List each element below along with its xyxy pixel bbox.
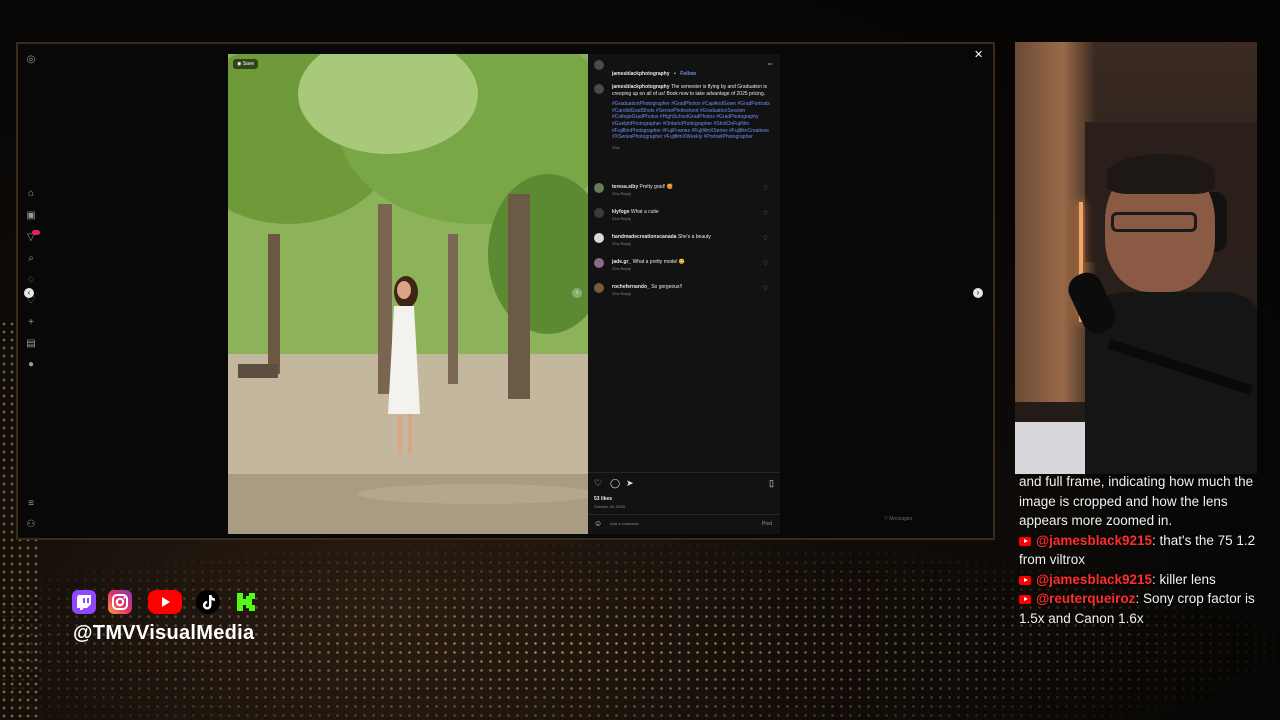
comment-avatar[interactable] bbox=[594, 233, 604, 243]
chat-message: @reuterqueiroz: Sony crop factor is 1.5x… bbox=[1019, 589, 1269, 628]
comment-like-icon[interactable]: ♡ bbox=[763, 260, 768, 267]
youtube-icon bbox=[1019, 575, 1031, 585]
share-icon[interactable]: ➤ bbox=[626, 478, 634, 489]
reply-button[interactable]: Reply bbox=[620, 241, 630, 246]
comment-age: 22w bbox=[612, 290, 620, 296]
comment-divider bbox=[588, 514, 780, 515]
chat-message: @jamesblack9215: killer lens bbox=[1019, 570, 1269, 590]
caption-author-avatar[interactable] bbox=[594, 84, 604, 94]
chat-message: and full frame, indicating how much the … bbox=[1019, 472, 1269, 531]
chat-text: : killer lens bbox=[1152, 571, 1216, 587]
comment-avatar[interactable] bbox=[594, 258, 604, 268]
post-header: jamesblackphotography • Follow bbox=[612, 62, 696, 80]
comment-age: 22w bbox=[612, 190, 620, 196]
save-chip[interactable]: ◉ Save bbox=[233, 59, 259, 69]
comment-age: 21w bbox=[612, 215, 620, 221]
channel-handle: @TMVVisualMedia bbox=[73, 622, 255, 644]
comment-like-icon[interactable]: ♡ bbox=[763, 210, 768, 217]
comment-avatar[interactable] bbox=[594, 208, 604, 218]
caption-author[interactable]: jamesblackphotography bbox=[612, 84, 670, 90]
messages-tab[interactable]: ▽ Messages bbox=[884, 516, 912, 522]
comment-text: What a pretty model 😊 bbox=[632, 259, 685, 265]
post-date: October 28, 2025 bbox=[594, 504, 625, 509]
webcam-feed bbox=[1015, 42, 1257, 474]
author-username[interactable]: jamesblackphotography bbox=[612, 71, 670, 77]
caption-hashtags[interactable]: #GraduationPhotographer #GradPhotos #Cap… bbox=[612, 101, 772, 141]
post-side-panel: jamesblackphotography • Follow ••• james… bbox=[588, 54, 780, 534]
actions-divider bbox=[588, 472, 780, 473]
comment-username[interactable]: teresa.siby bbox=[612, 184, 638, 190]
bookmark-icon[interactable]: ▯ bbox=[769, 478, 774, 489]
chat-message: @jamesblack9215: that's the 75 1.2 from … bbox=[1019, 531, 1269, 570]
comment-username[interactable]: klyfoge bbox=[612, 209, 630, 215]
emoji-icon[interactable]: ☺ bbox=[594, 519, 602, 528]
search-icon[interactable]: ⌕ bbox=[25, 253, 37, 265]
comment-avatar[interactable] bbox=[594, 283, 604, 293]
profile-icon[interactable]: ● bbox=[25, 359, 37, 371]
youtube-icon bbox=[1019, 536, 1031, 546]
comment-text: So gorgeous!! bbox=[651, 284, 683, 290]
next-photo-icon[interactable]: › bbox=[572, 288, 582, 298]
comment-like-icon[interactable]: ♡ bbox=[763, 285, 768, 292]
comment-username[interactable]: jade.gr_ bbox=[612, 259, 631, 265]
close-icon[interactable]: ✕ bbox=[974, 48, 983, 61]
comment-username[interactable]: rochefernando_ bbox=[612, 284, 650, 290]
previous-post-arrow-icon[interactable]: ‹ bbox=[24, 288, 34, 298]
comment-age: 22w bbox=[612, 265, 620, 271]
comment-like-icon[interactable]: ♡ bbox=[763, 235, 768, 242]
messages-icon: ▽ bbox=[884, 516, 888, 522]
add-comment-input[interactable]: Add a comment... bbox=[610, 521, 641, 526]
notification-badge bbox=[32, 230, 40, 235]
tiktok-icon bbox=[196, 590, 220, 614]
stream-chat: and full frame, indicating how much the … bbox=[1019, 472, 1269, 628]
chat-username: @jamesblack9215 bbox=[1036, 532, 1152, 548]
chat-username: @jamesblack9215 bbox=[1036, 571, 1152, 587]
next-post-arrow-icon[interactable]: › bbox=[973, 288, 983, 298]
instagram-icon bbox=[108, 590, 132, 614]
reply-button[interactable]: Reply bbox=[620, 291, 630, 296]
follow-button[interactable]: Follow bbox=[680, 71, 696, 77]
messages-label: Messages bbox=[889, 516, 913, 522]
author-avatar[interactable] bbox=[594, 60, 604, 70]
menu-icon[interactable]: ≡ bbox=[25, 498, 37, 510]
chat-text: and full frame, indicating how much the … bbox=[1019, 474, 1254, 528]
caption-age: 22w bbox=[612, 144, 620, 150]
comment-text: She's a beauty bbox=[677, 234, 711, 240]
chat-username: @reuterqueiroz bbox=[1036, 591, 1136, 606]
like-icon[interactable]: ♡ bbox=[594, 478, 602, 489]
comment-age: 22w bbox=[612, 240, 620, 246]
comment-text: What a cutie bbox=[630, 209, 659, 215]
youtube-icon bbox=[1019, 595, 1031, 604]
comment-icon[interactable]: ◯ bbox=[610, 478, 620, 489]
header-separator: • bbox=[673, 71, 676, 77]
comment-like-icon[interactable]: ♡ bbox=[763, 185, 768, 192]
reply-button[interactable]: Reply bbox=[620, 191, 630, 196]
park-portrait-image bbox=[228, 54, 588, 534]
post-comment-button[interactable]: Post bbox=[762, 521, 772, 527]
meta-icon[interactable]: ⚇ bbox=[25, 519, 37, 531]
likes-label: 53 likes bbox=[594, 496, 613, 502]
youtube-icon bbox=[148, 590, 182, 614]
caption: jamesblackphotography The semester is fl… bbox=[612, 84, 772, 150]
reels-icon[interactable]: ▣ bbox=[25, 210, 37, 222]
likes-count[interactable]: 53 likes bbox=[594, 496, 612, 503]
explore-icon[interactable]: ◌ bbox=[25, 274, 37, 286]
kick-icon bbox=[234, 590, 258, 614]
post-photo[interactable]: ◉ Save › bbox=[228, 54, 588, 534]
dashboard-icon[interactable]: ▤ bbox=[25, 338, 37, 350]
save-chip-label: Save bbox=[242, 61, 255, 67]
more-options-icon[interactable]: ••• bbox=[768, 61, 772, 66]
twitch-icon bbox=[72, 590, 96, 614]
instagram-screen-capture: ◎ ⌂ ▣ ▽ ⌕ ◌ ♡ + ▤ ● ≡ ⚇ ‹ › ✕ ◉ Save › j… bbox=[16, 42, 995, 540]
comment-avatar[interactable] bbox=[594, 183, 604, 193]
reply-button[interactable]: Reply bbox=[620, 216, 630, 221]
home-icon[interactable]: ⌂ bbox=[25, 188, 37, 200]
reply-button[interactable]: Reply bbox=[620, 266, 630, 271]
instagram-logo-icon[interactable]: ◎ bbox=[25, 54, 37, 66]
comment-text: Pretty grad! 🥰 bbox=[639, 184, 673, 190]
comment-username[interactable]: handmadecreationscanada bbox=[612, 234, 676, 240]
create-icon[interactable]: + bbox=[25, 317, 37, 329]
